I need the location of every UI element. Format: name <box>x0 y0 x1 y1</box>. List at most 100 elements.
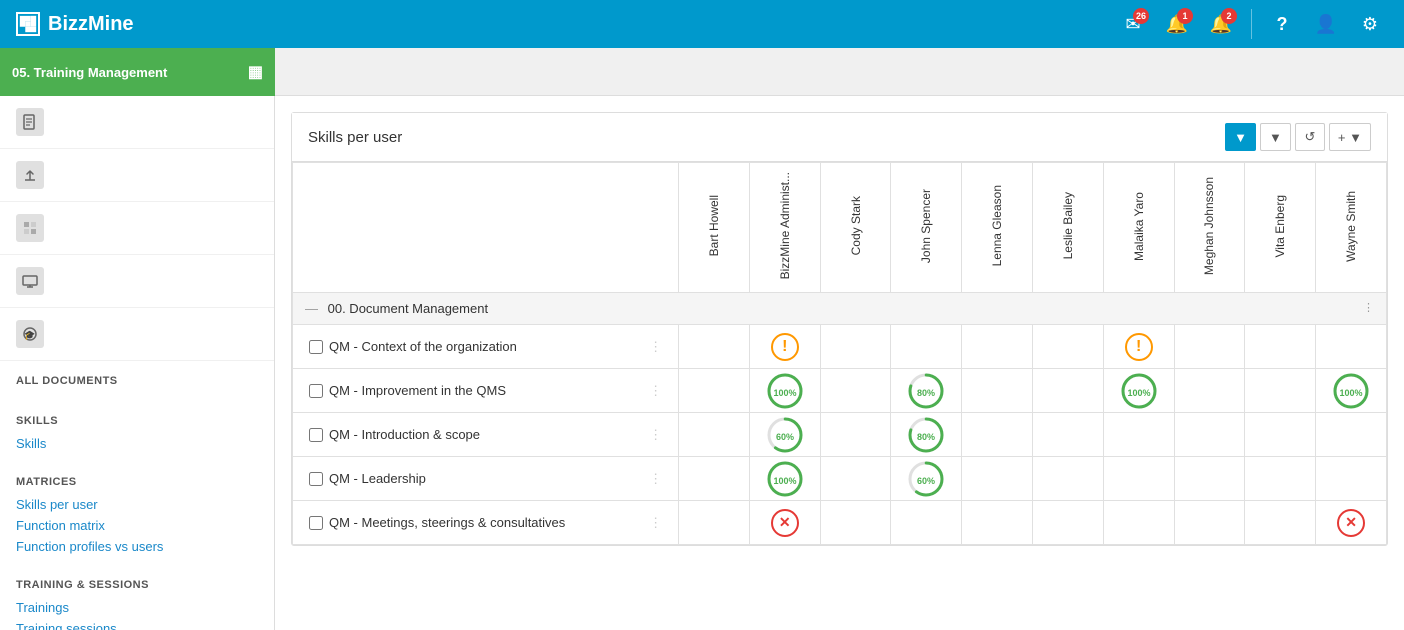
cell-leadership-lenna <box>962 457 1033 501</box>
header-cody-stark: Cody Stark <box>820 163 891 293</box>
sidebar-link-trainings[interactable]: Trainings <box>16 597 258 618</box>
training-icon <box>16 267 44 295</box>
skills-per-user-panel: Skills per user ▼ ▼ ↺ + ▼ <box>291 112 1388 546</box>
alert-badge: 2 <box>1221 8 1237 24</box>
row-checkbox-meetings[interactable] <box>309 516 323 530</box>
cell-intro-lenna <box>962 413 1033 457</box>
table-row: QM - Introduction & scope ⋮ 60% <box>293 413 1387 457</box>
cell-improvement-malaika: 100% <box>1103 369 1174 413</box>
row-label-leadership: QM - Leadership ⋮ <box>293 457 679 501</box>
sidebar-nav-all-docs[interactable] <box>0 96 274 149</box>
cell-intro-bizzmine: 60% <box>749 413 820 457</box>
label-header <box>293 163 679 293</box>
section-title-all-docs: ALL DOCUMENTS <box>16 375 258 387</box>
progress-80-john: 80% <box>906 371 946 411</box>
cell-leadership-meghan <box>1174 457 1245 501</box>
col-label-john-spencer: John Spencer <box>919 189 933 263</box>
filter-down-button[interactable]: ▼ <box>1260 123 1291 151</box>
table-header-row: Bart Howell BizzMine Administ... Cody St… <box>293 163 1387 293</box>
sidebar-link-function-matrix[interactable]: Function matrix <box>16 515 258 536</box>
col-label-leslie-bailey: Leslie Bailey <box>1061 192 1075 259</box>
cell-leadership-john: 60% <box>891 457 962 501</box>
header-john-spencer: John Spencer <box>891 163 962 293</box>
progress-100-wayne: 100% <box>1331 371 1371 411</box>
row-text-improvement: QM - Improvement in the QMS <box>329 383 506 398</box>
header-lenna-gleason: Lenna Gleason <box>962 163 1033 293</box>
sidebar-nav-matrix[interactable] <box>0 202 274 255</box>
header-bart-howell: Bart Howell <box>679 163 750 293</box>
svg-text:100%: 100% <box>1127 388 1150 398</box>
cell-intro-wayne <box>1316 413 1387 457</box>
plus-icon: + ▼ <box>1338 130 1362 145</box>
sidebar-nav-training[interactable] <box>0 255 274 308</box>
mail-button[interactable]: ✉ 26 <box>1115 6 1151 42</box>
col-label-bizzmine-admin: BizzMine Administ... <box>778 172 792 279</box>
group-row-document-management: — 00. Document Management ⋮ <box>293 293 1387 325</box>
bell-button[interactable]: 🔔 1 <box>1159 6 1195 42</box>
group-toggle-icon[interactable]: — <box>305 301 318 316</box>
row-checkbox-intro[interactable] <box>309 428 323 442</box>
header-leslie-bailey: Leslie Bailey <box>1033 163 1104 293</box>
settings-button[interactable]: ⚙ <box>1352 6 1388 42</box>
chevron-down-icon: ▼ <box>1269 130 1282 145</box>
header-wayne-smith: Wayne Smith <box>1316 163 1387 293</box>
progress-60-john-leadership: 60% <box>906 459 946 499</box>
panel-actions: ▼ ▼ ↺ + ▼ <box>1225 123 1371 151</box>
row-text-intro: QM - Introduction & scope <box>329 427 480 442</box>
cell-intro-meghan <box>1174 413 1245 457</box>
col-label-meghan-johnsson: Meghan Johnsson <box>1202 177 1216 275</box>
add-button[interactable]: + ▼ <box>1329 123 1371 151</box>
cell-improvement-meghan <box>1174 369 1245 413</box>
panel-header: Skills per user ▼ ▼ ↺ + ▼ <box>292 113 1387 162</box>
progress-100-bizzmine: 100% <box>765 371 805 411</box>
sidebar-link-function-profiles[interactable]: Function profiles vs users <box>16 536 258 557</box>
row-checkbox-improvement[interactable] <box>309 384 323 398</box>
svg-text:🎓: 🎓 <box>24 330 35 340</box>
filter-button[interactable]: ▼ <box>1225 123 1256 151</box>
cell-context-malaika: ! <box>1103 325 1174 369</box>
row-options-icon[interactable]: ⋮ <box>649 471 662 487</box>
help-button[interactable]: ? <box>1264 6 1300 42</box>
cell-leadership-wayne <box>1316 457 1387 501</box>
main-layout: 🎓 ALL DOCUMENTS SKILLS Skills MATRICES S… <box>0 96 1404 630</box>
sidebar-nav-exams[interactable]: 🎓 <box>0 308 274 361</box>
sidebar: 🎓 ALL DOCUMENTS SKILLS Skills MATRICES S… <box>0 96 275 630</box>
matrix-icon <box>16 214 44 242</box>
col-label-wayne-smith: Wayne Smith <box>1344 191 1358 262</box>
alert-button[interactable]: 🔔 2 <box>1203 6 1239 42</box>
cell-context-john <box>891 325 962 369</box>
refresh-button[interactable]: ↺ <box>1295 123 1325 151</box>
cell-leadership-cody <box>820 457 891 501</box>
sidebar-link-training-sessions[interactable]: Training sessions <box>16 618 258 630</box>
docs-icon <box>16 108 44 136</box>
user-button[interactable]: 👤 <box>1308 6 1344 42</box>
sidebar-nav-upload[interactable] <box>0 149 274 202</box>
table-container: Bart Howell BizzMine Administ... Cody St… <box>292 162 1387 545</box>
sidebar-link-skills-per-user[interactable]: Skills per user <box>16 494 258 515</box>
row-options-icon[interactable]: ⋮ <box>649 383 662 399</box>
svg-text:80%: 80% <box>917 432 935 442</box>
group-options-icon[interactable]: ⋮ <box>1363 301 1374 314</box>
upload-icon <box>16 161 44 189</box>
cell-context-lenna <box>962 325 1033 369</box>
row-options-icon[interactable]: ⋮ <box>649 427 662 443</box>
cell-improvement-bart <box>679 369 750 413</box>
x-badge-bizzmine: ✕ <box>771 509 799 537</box>
cell-meetings-john <box>891 501 962 545</box>
group-label-text: 00. Document Management <box>328 301 488 316</box>
cell-meetings-lenna <box>962 501 1033 545</box>
svg-text:100%: 100% <box>773 388 796 398</box>
cell-leadership-vita <box>1245 457 1316 501</box>
skills-matrix-table: Bart Howell BizzMine Administ... Cody St… <box>292 162 1387 545</box>
row-checkbox-leadership[interactable] <box>309 472 323 486</box>
sidebar-link-skills[interactable]: Skills <box>16 433 258 454</box>
cell-intro-cody <box>820 413 891 457</box>
row-checkbox-context[interactable] <box>309 340 323 354</box>
cell-intro-bart <box>679 413 750 457</box>
cell-meetings-wayne: ✕ <box>1316 501 1387 545</box>
exclaim-badge: ! <box>771 333 799 361</box>
row-options-icon[interactable]: ⋮ <box>649 515 662 531</box>
svg-text:60%: 60% <box>917 476 935 486</box>
sidebar-top-bar[interactable]: 05. Training Management ▦ <box>0 48 275 96</box>
row-options-icon[interactable]: ⋮ <box>649 339 662 355</box>
